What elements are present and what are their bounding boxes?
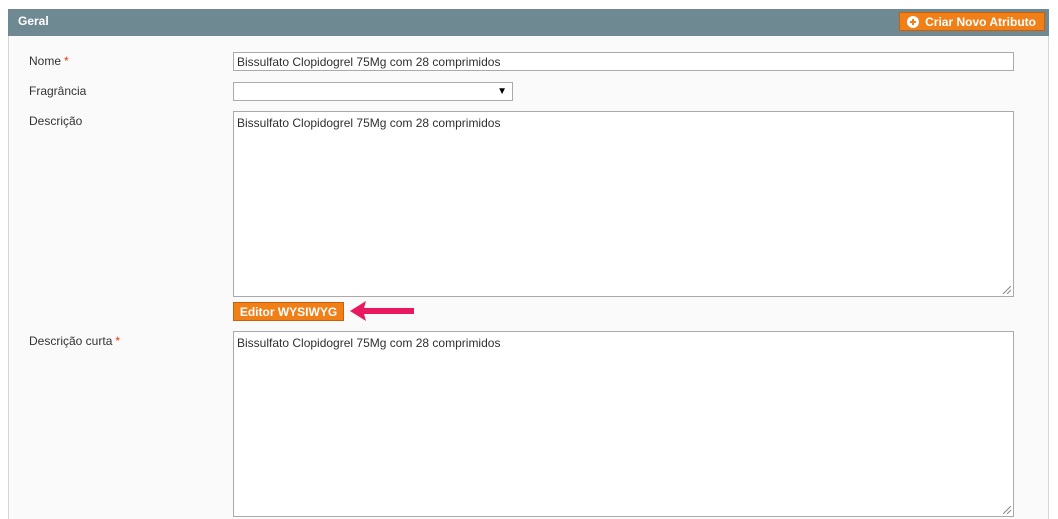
short-description-label-text: Descrição curta <box>29 334 113 348</box>
fragrance-label: Fragrância <box>29 84 87 98</box>
plus-circle-icon <box>907 15 920 28</box>
name-label: Nome * <box>29 54 69 68</box>
required-mark: * <box>64 54 69 68</box>
create-attribute-label: Criar Novo Atributo <box>925 14 1036 29</box>
description-label: Descrição <box>29 114 83 128</box>
description-text: Bissulfato Clopidogrel 75Mg com 28 compr… <box>237 116 501 130</box>
name-label-text: Nome <box>29 54 62 68</box>
pointer-arrow-icon <box>350 301 414 321</box>
panel-title: Geral <box>18 14 49 28</box>
create-attribute-button[interactable]: Criar Novo Atributo <box>899 12 1045 31</box>
short-description-textarea[interactable]: Bissulfato Clopidogrel 75Mg com 28 compr… <box>233 331 1014 517</box>
dropdown-arrow-icon: ▼ <box>497 86 507 97</box>
required-mark: * <box>115 334 121 348</box>
short-description-text: Bissulfato Clopidogrel 75Mg com 28 compr… <box>237 336 501 350</box>
panel-header: Geral Criar Novo Atributo <box>8 9 1049 36</box>
name-input[interactable]: Bissulfato Clopidogrel 75Mg com 28 compr… <box>233 52 1014 71</box>
description-textarea[interactable]: Bissulfato Clopidogrel 75Mg com 28 compr… <box>233 111 1014 297</box>
fragrance-select[interactable]: ▼ <box>233 82 513 101</box>
short-description-label: Descrição curta * <box>29 334 120 348</box>
wysiwyg-editor-button[interactable]: Editor WYSIWYG <box>233 302 344 321</box>
resize-grip-icon[interactable] <box>1003 286 1011 294</box>
resize-grip-icon[interactable] <box>1003 506 1011 514</box>
